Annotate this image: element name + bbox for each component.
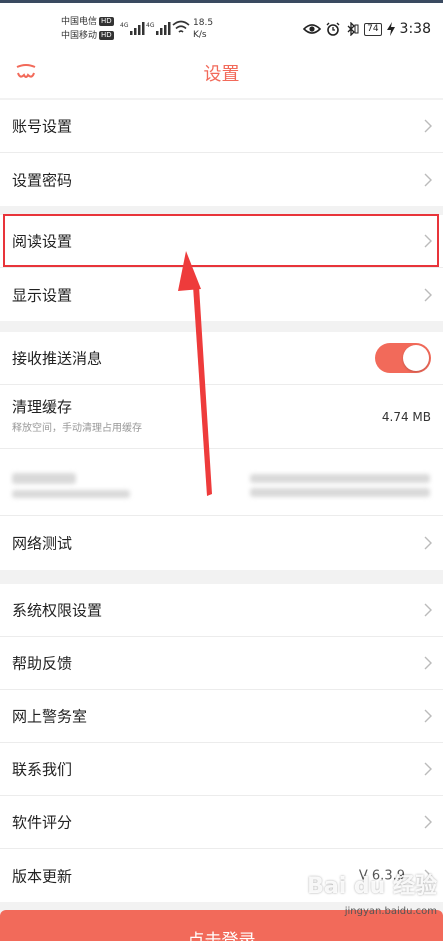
svg-text:4G: 4G: [120, 22, 129, 29]
svg-text:4G: 4G: [146, 22, 155, 29]
rate-app-row[interactable]: 软件评分: [0, 796, 443, 849]
network-test-row[interactable]: 网络测试: [0, 516, 443, 570]
row-label: 软件评分: [12, 813, 73, 832]
chevron-right-icon: [424, 536, 432, 550]
alarm-icon: [326, 22, 340, 36]
push-notifications-row: 接收推送消息: [0, 332, 443, 385]
online-police-office-row[interactable]: 网上警务室: [0, 690, 443, 743]
bluetooth-vibrate-icon: [347, 22, 359, 36]
blurred-label: [12, 473, 76, 484]
toggle-knob: [403, 345, 429, 371]
nav-bar: 设置: [0, 54, 443, 98]
chevron-right-icon: [424, 288, 432, 301]
hd-badge: HD: [99, 31, 114, 40]
chevron-right-icon: [424, 762, 432, 776]
row-label: 账号设置: [12, 117, 73, 136]
blurred-row: [0, 449, 443, 516]
chevron-right-icon: [424, 815, 432, 829]
account-settings-row[interactable]: 账号设置: [0, 100, 443, 153]
net-speed-unit: K/s: [193, 30, 207, 40]
row-label: 网上警务室: [12, 707, 88, 726]
carrier-info: 中国电信 HD 中国移动 HD: [61, 15, 114, 43]
blurred-value: [250, 474, 430, 483]
clear-cache-row[interactable]: 清理缓存 释放空间，手动清理占用缓存 4.74 MB: [0, 385, 443, 449]
chevron-right-icon: [424, 656, 432, 670]
row-label: 版本更新: [12, 867, 73, 885]
battery-icon: 74: [364, 22, 382, 36]
system-permissions-row[interactable]: 系统权限设置: [0, 584, 443, 637]
set-password-row[interactable]: 设置密码: [0, 153, 443, 206]
cache-size: 4.74 MB: [381, 409, 431, 424]
misc-group: 接收推送消息 清理缓存 释放空间，手动清理占用缓存 4.74 MB 网络测试: [0, 332, 443, 570]
wifi-icon: [172, 20, 190, 33]
charging-icon: [386, 22, 395, 36]
carrier-1: 中国电信: [61, 17, 98, 27]
chevron-right-icon: [424, 709, 432, 723]
eye-icon: [303, 24, 322, 34]
page-title: 设置: [203, 64, 240, 85]
row-label: 系统权限设置: [12, 601, 103, 620]
system-group: 系统权限设置 帮助反馈 网上警务室 联系我们 软件评分 版本更新 V 6.3.9: [0, 584, 443, 902]
row-label: 设置密码: [12, 171, 73, 189]
signal-icon: 4G: [120, 22, 145, 35]
battery-level: 74: [367, 23, 379, 34]
row-label: 接收推送消息: [12, 349, 103, 368]
row-label: 显示设置: [12, 286, 73, 304]
row-label: 联系我们: [12, 760, 73, 779]
row-label: 清理缓存: [12, 398, 73, 416]
watermark-brand: Bai du 经验: [307, 874, 437, 899]
chevron-right-icon: [424, 603, 432, 617]
net-speed: 18.5 K/s: [193, 17, 213, 41]
status-bar: 中国电信 HD 中国移动 HD 4G 4G 18.5 K/s 74 3:38: [0, 3, 443, 54]
chevron-right-icon: [424, 173, 432, 186]
contact-us-row[interactable]: 联系我们: [0, 743, 443, 796]
account-group: 账号设置 设置密码: [0, 100, 443, 206]
highlight-box: [3, 214, 439, 267]
blurred-sublabel: [12, 490, 130, 498]
row-sublabel: 释放空间，手动清理占用缓存: [12, 423, 142, 434]
chevron-right-icon: [424, 119, 432, 133]
blurred-value: [250, 488, 430, 497]
push-toggle[interactable]: [375, 343, 431, 373]
watermark-url: jingyan.baidu.com: [344, 906, 437, 917]
clock-time: 3:38: [399, 21, 431, 37]
display-settings-row[interactable]: 显示设置: [0, 268, 443, 321]
status-right: 74 3:38: [303, 21, 431, 37]
signal-icon: 4G: [146, 22, 171, 35]
watermark-logo: Bai du 经验 jingyan.baidu.com: [307, 868, 437, 917]
hd-badge: HD: [99, 17, 114, 26]
login-label: 点击登录: [187, 931, 256, 941]
help-feedback-row[interactable]: 帮助反馈: [0, 637, 443, 690]
net-speed-value: 18.5: [193, 18, 214, 28]
row-label: 网络测试: [12, 534, 73, 553]
carrier-2: 中国移动: [61, 31, 98, 41]
row-label: 帮助反馈: [12, 654, 73, 673]
